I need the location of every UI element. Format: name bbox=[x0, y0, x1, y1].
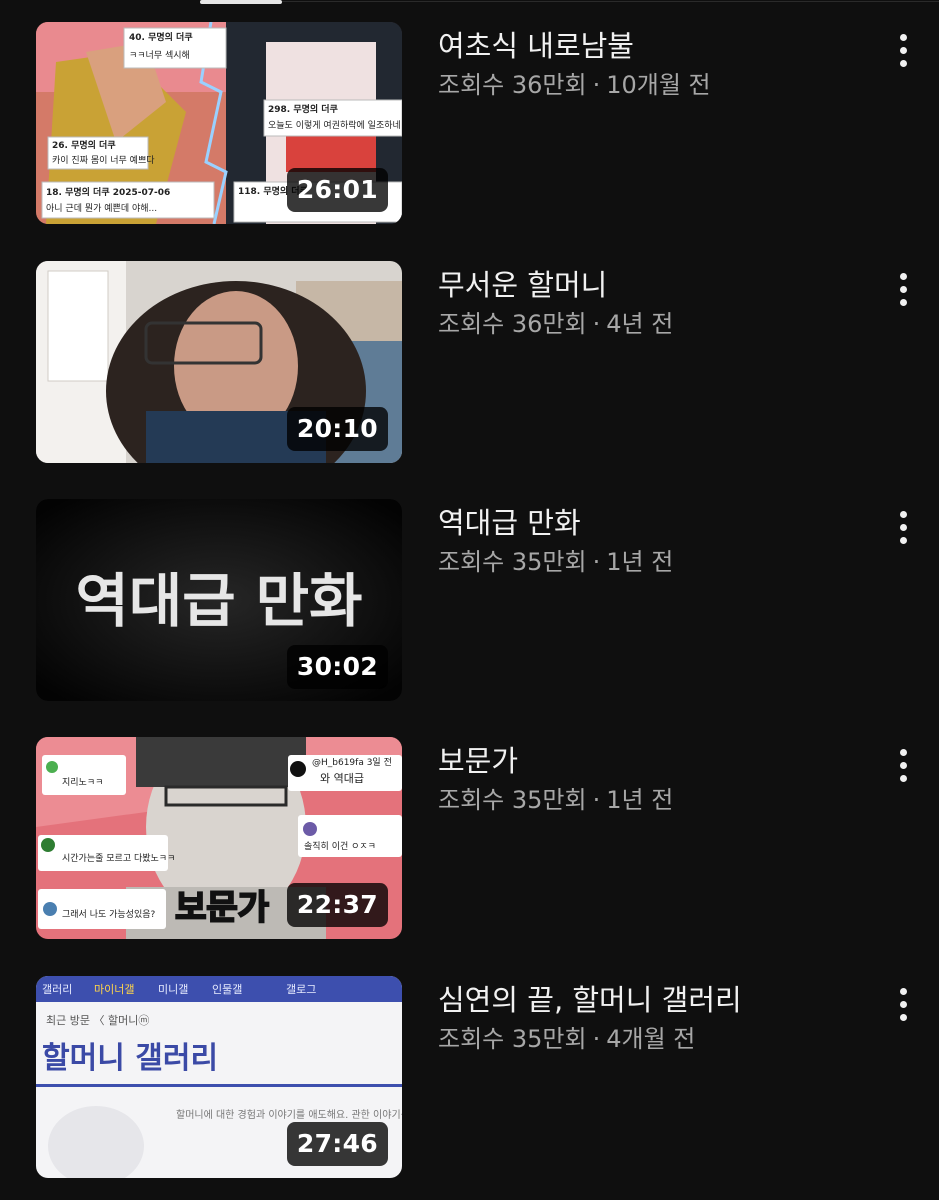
more-vert-icon bbox=[899, 1001, 907, 1008]
more-vert-icon bbox=[899, 762, 907, 769]
top-scroll-indicator bbox=[200, 0, 282, 4]
video-thumbnail[interactable]: 갤러리 마이너갤 미니갤 인물갤 갤로그 최근 방문 〈 할머니ⓜ 할머니 갤러… bbox=[36, 976, 402, 1178]
more-vert-icon bbox=[899, 34, 907, 41]
more-vert-icon bbox=[899, 524, 907, 531]
video-info: 역대급 만화 조회수 35만회 · 1년 전 bbox=[438, 499, 868, 581]
more-vert-icon bbox=[899, 273, 907, 280]
thumb-body-text: 할머니에 대한 경험과 이야기를 애도해요. 관한 이야기를 해주세요. bbox=[176, 1108, 402, 1121]
thumb-caption: 시간가는줄 모르고 다봤노ㅋㅋ bbox=[62, 853, 175, 864]
thumb-caption: @H_b619fa 3일 전 bbox=[312, 757, 392, 768]
thumb-nav-item: 갤로그 bbox=[286, 983, 316, 996]
video-duration-badge: 30:02 bbox=[286, 645, 388, 689]
video-item[interactable]: 40. 무명의 더쿠 ㅋㅋ너무 섹시해 26. 무명의 더쿠 카이 진짜 몸이 … bbox=[0, 22, 939, 228]
video-title[interactable]: 심연의 끝, 할머니 갤러리 bbox=[438, 980, 868, 1020]
thumb-nav-item: 인물갤 bbox=[212, 983, 242, 996]
video-title[interactable]: 무서운 할머니 bbox=[438, 265, 868, 305]
more-vert-icon bbox=[899, 988, 907, 995]
view-count: 조회수 36만회 bbox=[438, 71, 587, 99]
thumb-caption: 아니 근데 뭔가 예쁜데 야해... bbox=[46, 203, 157, 214]
meta-separator: · bbox=[592, 786, 601, 814]
video-meta: 조회수 35만회 · 1년 전 bbox=[438, 781, 868, 819]
thumb-caption: 40. 무명의 더쿠 bbox=[129, 31, 193, 43]
video-title[interactable]: 역대급 만화 bbox=[438, 503, 868, 543]
meta-separator: · bbox=[592, 1025, 601, 1053]
video-thumbnail[interactable]: 역대급 만화 30:02 bbox=[36, 499, 402, 701]
video-duration-badge: 27:46 bbox=[286, 1122, 388, 1166]
video-item[interactable]: 지리노ㅋㅋ @H_b619fa 3일 전 와 역대급 솔직히 이건 ㅇㅈㅋ 시간… bbox=[0, 737, 939, 943]
video-info: 심연의 끝, 할머니 갤러리 조회수 35만회 · 4개월 전 bbox=[438, 976, 868, 1058]
more-vert-icon bbox=[899, 47, 907, 54]
more-options-button[interactable] bbox=[884, 749, 922, 809]
more-options-button[interactable] bbox=[884, 511, 922, 571]
more-vert-icon bbox=[899, 749, 907, 756]
video-item[interactable]: 역대급 만화 30:02 역대급 만화 조회수 35만회 · 1년 전 bbox=[0, 499, 939, 705]
upload-age: 4년 전 bbox=[606, 310, 674, 338]
meta-separator: · bbox=[592, 310, 601, 338]
video-thumbnail[interactable]: 40. 무명의 더쿠 ㅋㅋ너무 섹시해 26. 무명의 더쿠 카이 진짜 몸이 … bbox=[36, 22, 402, 224]
upload-age: 10개월 전 bbox=[606, 71, 711, 99]
video-info: 무서운 할머니 조회수 36만회 · 4년 전 bbox=[438, 261, 868, 343]
top-divider bbox=[282, 1, 939, 2]
view-count: 조회수 35만회 bbox=[438, 786, 587, 814]
more-options-button[interactable] bbox=[884, 34, 922, 94]
upload-age: 4개월 전 bbox=[606, 1025, 696, 1053]
more-vert-icon bbox=[899, 775, 907, 782]
video-item[interactable]: 20:10 무서운 할머니 조회수 36만회 · 4년 전 bbox=[0, 261, 939, 467]
thumb-title-text: 할머니 갤러리 bbox=[42, 1041, 218, 1076]
thumb-caption: 26. 무명의 더쿠 bbox=[52, 139, 116, 151]
thumb-nav-item: 미니갤 bbox=[158, 983, 188, 996]
more-vert-icon bbox=[899, 286, 907, 293]
thumb-nav-item: 마이너갤 bbox=[94, 983, 134, 996]
video-title[interactable]: 여초식 내로남불 bbox=[438, 26, 868, 66]
view-count: 조회수 36만회 bbox=[438, 310, 587, 338]
video-thumbnail[interactable]: 20:10 bbox=[36, 261, 402, 463]
video-duration-badge: 26:01 bbox=[286, 168, 388, 212]
more-vert-icon bbox=[899, 511, 907, 518]
meta-separator: · bbox=[592, 71, 601, 99]
upload-age: 1년 전 bbox=[606, 786, 674, 814]
thumb-caption: 그래서 나도 가능성있음? bbox=[62, 908, 156, 920]
video-item[interactable]: 갤러리 마이너갤 미니갤 인물갤 갤로그 최근 방문 〈 할머니ⓜ 할머니 갤러… bbox=[0, 976, 939, 1182]
thumb-breadcrumb: 최근 방문 〈 할머니ⓜ bbox=[46, 1014, 149, 1027]
more-options-button[interactable] bbox=[884, 988, 922, 1048]
more-options-button[interactable] bbox=[884, 273, 922, 333]
video-duration-badge: 20:10 bbox=[286, 407, 388, 451]
more-vert-icon bbox=[899, 299, 907, 306]
thumb-title-text: 보문가 bbox=[175, 888, 269, 928]
view-count: 조회수 35만회 bbox=[438, 1025, 587, 1053]
video-title[interactable]: 보문가 bbox=[438, 741, 868, 781]
thumb-caption: 18. 무명의 더쿠 2025-07-06 bbox=[46, 186, 170, 198]
video-meta: 조회수 35만회 · 1년 전 bbox=[438, 543, 868, 581]
more-vert-icon bbox=[899, 537, 907, 544]
thumb-caption: 솔직히 이건 ㅇㅈㅋ bbox=[304, 841, 376, 852]
video-meta: 조회수 35만회 · 4개월 전 bbox=[438, 1020, 868, 1058]
video-duration-badge: 22:37 bbox=[286, 883, 388, 927]
video-meta: 조회수 36만회 · 4년 전 bbox=[438, 305, 868, 343]
more-vert-icon bbox=[899, 1014, 907, 1021]
more-vert-icon bbox=[899, 60, 907, 67]
view-count: 조회수 35만회 bbox=[438, 548, 587, 576]
video-thumbnail[interactable]: 지리노ㅋㅋ @H_b619fa 3일 전 와 역대급 솔직히 이건 ㅇㅈㅋ 시간… bbox=[36, 737, 402, 939]
thumb-caption: 지리노ㅋㅋ bbox=[62, 777, 103, 788]
video-meta: 조회수 36만회 · 10개월 전 bbox=[438, 66, 868, 104]
thumb-caption: 오늘도 이렇게 여권하락에 일조하네 bbox=[268, 119, 401, 131]
meta-separator: · bbox=[592, 548, 601, 576]
video-info: 보문가 조회수 35만회 · 1년 전 bbox=[438, 737, 868, 819]
thumb-caption: ㅋㅋ너무 섹시해 bbox=[129, 50, 190, 61]
thumb-nav-item: 갤러리 bbox=[42, 983, 72, 996]
video-info: 여초식 내로남불 조회수 36만회 · 10개월 전 bbox=[438, 22, 868, 104]
thumb-caption: 298. 무명의 더쿠 bbox=[268, 103, 338, 115]
thumb-caption: 와 역대급 bbox=[320, 772, 364, 785]
thumb-title-text: 역대급 만화 bbox=[76, 567, 363, 635]
upload-age: 1년 전 bbox=[606, 548, 674, 576]
thumb-caption: 카이 진짜 몸이 너무 예쁘다 bbox=[52, 155, 155, 166]
